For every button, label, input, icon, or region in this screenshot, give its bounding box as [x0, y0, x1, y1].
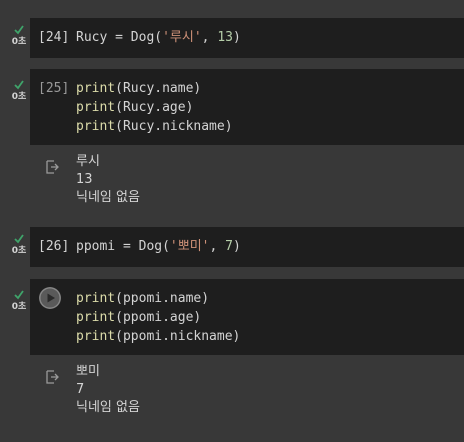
code-text[interactable]: Rucy = Dog('루시', 13)	[76, 28, 241, 47]
cell-output: 루시 13 닉네임 없음	[30, 153, 464, 209]
code-cell-active[interactable]: 0초 print(ppomi.name) print(ppomi.age) prin…	[0, 279, 464, 424]
execution-time: 0초	[11, 37, 27, 47]
code-token: (Rucy.name)	[115, 81, 202, 96]
code-line: print(Rucy.name)	[76, 79, 233, 98]
code-token: Rucy = Dog(	[76, 30, 163, 45]
execution-count: [26]	[38, 239, 70, 254]
code-cell-24[interactable]: 0초 [24] Rucy = Dog('루시', 13)	[0, 18, 464, 58]
code-function: print	[76, 329, 116, 344]
output-text: 뽀미 7 닉네임 없음	[76, 363, 140, 417]
output-icon[interactable]	[44, 369, 60, 385]
code-cell-26[interactable]: 0초 [26] ppomi = Dog('뽀미', 7)	[0, 227, 464, 267]
output-line: 뽀미	[76, 364, 100, 379]
code-line: print(Rucy.age)	[76, 98, 233, 117]
code-token: )	[232, 30, 241, 45]
output-line: 7	[76, 382, 85, 397]
play-icon	[39, 287, 61, 309]
execution-count: [25]	[38, 81, 70, 96]
output-line: 13	[76, 172, 93, 187]
execution-time: 0초	[11, 92, 27, 102]
check-icon	[14, 234, 24, 244]
code-editor[interactable]: [26] ppomi = Dog('뽀미', 7)	[30, 227, 464, 267]
cell-status: 0초	[8, 289, 30, 312]
code-editor[interactable]: print(ppomi.name) print(ppomi.age) print(p…	[30, 279, 464, 355]
cell-status: 0초	[8, 79, 30, 102]
run-cell-button[interactable]	[39, 287, 61, 309]
code-token: (ppomi.name)	[115, 291, 210, 306]
code-function: print	[76, 81, 116, 96]
execution-time: 0초	[11, 246, 27, 256]
code-string: '뽀미'	[169, 239, 210, 254]
output-line: 닉네임 없음	[76, 400, 140, 415]
code-function: print	[76, 310, 116, 325]
code-string: '루시'	[162, 30, 202, 45]
check-icon	[14, 290, 24, 300]
code-line: print(Rucy.nickname)	[76, 117, 233, 136]
code-text[interactable]: print(Rucy.name) print(Rucy.age) print(Ruc…	[76, 79, 233, 136]
cell-status: 0초	[8, 233, 30, 256]
code-function: print	[76, 291, 116, 306]
output-text: 루시 13 닉네임 없음	[76, 153, 140, 207]
cell-output: 뽀미 7 닉네임 없음	[30, 363, 464, 421]
code-token: ,	[201, 30, 218, 45]
code-token: (Rucy.nickname)	[115, 119, 233, 134]
code-function: print	[76, 119, 116, 134]
code-editor[interactable]: [25] print(Rucy.name) print(Rucy.age) prin…	[30, 69, 464, 145]
code-cell-25[interactable]: 0초 [25] print(Rucy.name) print(Rucy.age) p…	[0, 69, 464, 209]
code-text[interactable]: print(ppomi.name) print(ppomi.age) print(p…	[76, 289, 240, 346]
notebook-page: 0초 [24] Rucy = Dog('루시', 13) 0초 [25] pri…	[0, 0, 464, 442]
code-token: (ppomi.age)	[115, 310, 202, 325]
output-line: 닉네임 없음	[76, 190, 140, 205]
cell-status: 0초	[8, 24, 30, 47]
code-token: ppomi = Dog(	[76, 239, 170, 254]
code-number: 7	[225, 239, 233, 254]
check-icon	[14, 80, 24, 90]
code-line: print(ppomi.name)	[76, 289, 240, 308]
output-line: 루시	[76, 154, 100, 169]
code-token: (Rucy.age)	[115, 100, 194, 115]
code-text[interactable]: ppomi = Dog('뽀미', 7)	[76, 237, 241, 256]
execution-time: 0초	[11, 302, 27, 312]
execution-count: [24]	[38, 30, 70, 45]
code-token: )	[232, 239, 241, 254]
code-line: print(ppomi.age)	[76, 308, 240, 327]
code-token: ,	[209, 239, 226, 254]
code-line: print(ppomi.nickname)	[76, 327, 240, 346]
code-number: 13	[217, 30, 233, 45]
output-icon[interactable]	[44, 159, 60, 175]
check-icon	[14, 25, 24, 35]
code-token: (ppomi.nickname)	[115, 329, 241, 344]
code-editor[interactable]: [24] Rucy = Dog('루시', 13)	[30, 18, 464, 58]
code-function: print	[76, 100, 116, 115]
